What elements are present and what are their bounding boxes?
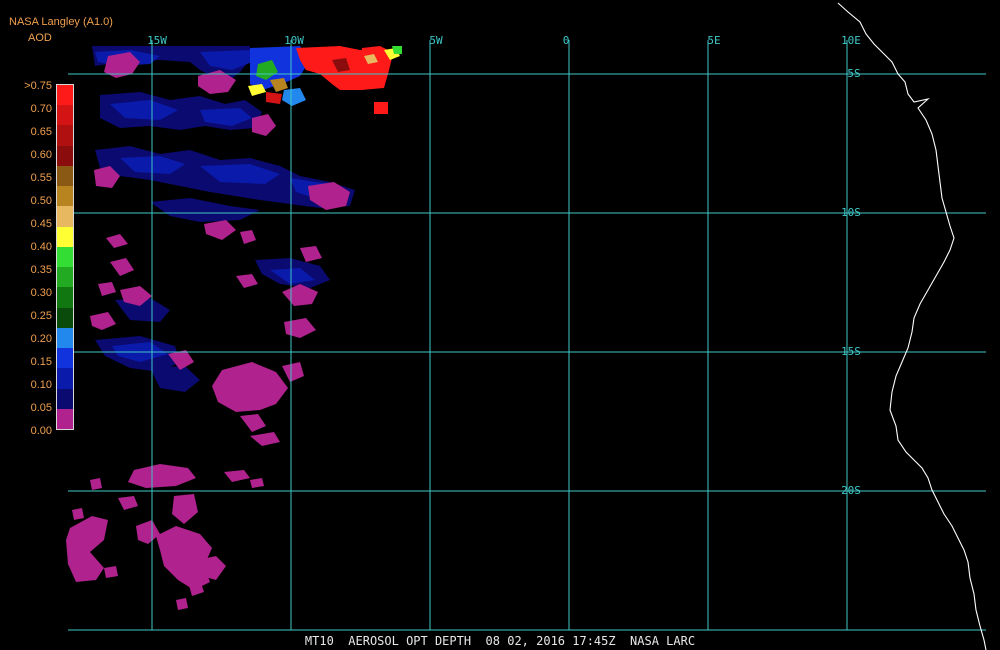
legend-value-label: 0.50 — [30, 195, 52, 207]
legend-swatch — [57, 307, 73, 328]
lon-label-5w: 5W — [429, 34, 443, 47]
lon-label-5e: 5E — [707, 34, 720, 47]
legend-swatch — [57, 125, 73, 146]
legend-value-label: 0.70 — [30, 103, 52, 115]
footer-product: AEROSOL OPT DEPTH — [348, 634, 472, 648]
legend-value-label: 0.65 — [30, 126, 52, 138]
legend-swatch — [57, 226, 73, 247]
legend-value-label: 0.55 — [30, 172, 52, 184]
footer-source: NASA LARC — [630, 634, 696, 648]
legend-value-label: 0.30 — [30, 287, 52, 299]
legend-swatch — [57, 368, 73, 389]
legend-value-label: >0.75 — [24, 80, 52, 92]
legend-swatch — [57, 408, 73, 429]
footer-platform: MT10 — [304, 634, 334, 648]
legend-value-label: 0.45 — [30, 218, 52, 230]
lat-label-5s: 5S — [847, 67, 860, 80]
lon-label-15w: 15W — [147, 34, 167, 47]
lon-label-10w: 10W — [284, 34, 304, 47]
legend-value-label: 0.60 — [30, 149, 52, 161]
legend-swatch — [57, 287, 73, 308]
legend-swatch — [57, 186, 73, 207]
lat-label-15s: 15S — [841, 345, 861, 358]
aod-color-scale — [56, 84, 74, 430]
coastline — [837, 2, 987, 650]
legend-swatch — [57, 85, 73, 106]
legend-swatch — [57, 327, 73, 349]
legend-value-label: 0.15 — [30, 356, 52, 368]
legend-value-label: 0.40 — [30, 241, 52, 253]
legend-swatch — [57, 145, 73, 166]
legend-value-label: 0.00 — [30, 425, 52, 437]
footer-datetime: 08 02, 2016 17:45Z — [485, 634, 616, 648]
legend-value-label: 0.20 — [30, 333, 52, 345]
lon-label-10e: 10E — [841, 34, 861, 47]
legend-value-label: 0.35 — [30, 264, 52, 276]
map-canvas: 15W 10W 5W 0 5E 10E 5S 10S 15S 20S — [66, 2, 987, 650]
legend-swatch — [57, 388, 73, 409]
producer-label: NASA Langley (A1.0) — [9, 16, 113, 28]
legend-value-label: 0.25 — [30, 310, 52, 322]
legend-value-label: 0.05 — [30, 402, 52, 414]
footer-caption: MT10 AEROSOL OPT DEPTH 08 02, 2016 17:45… — [0, 634, 1000, 648]
lon-label-0: 0 — [563, 34, 570, 47]
legend-value-label: 0.10 — [30, 379, 52, 391]
legend-swatch — [57, 348, 73, 369]
lat-label-20s: 20S — [841, 484, 861, 497]
legend-swatch — [57, 267, 73, 288]
legend-swatch — [57, 105, 73, 126]
quantity-label: AOD — [28, 32, 52, 44]
lat-label-10s: 10S — [841, 206, 861, 219]
aod-satellite-map: 15W 10W 5W 0 5E 10E 5S 10S 15S 20S NASA … — [0, 0, 1000, 650]
legend-swatch — [57, 165, 73, 187]
legend-swatch — [57, 246, 73, 268]
aod-retrieval-field — [66, 46, 402, 610]
legend-swatch — [57, 206, 73, 227]
